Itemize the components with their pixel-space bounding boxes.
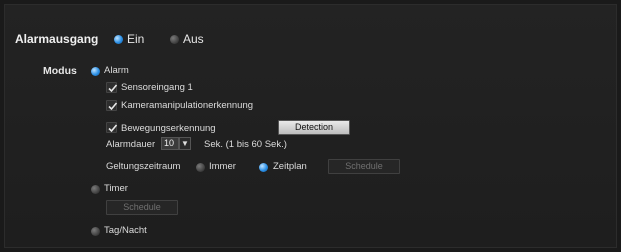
alarm-duration-label: Alarmdauer (106, 139, 156, 150)
sensor-input-checkbox[interactable] (106, 82, 118, 93)
check-icon (108, 124, 118, 133)
check-icon (108, 84, 118, 93)
check-icon (108, 102, 118, 111)
alarm-duration-value: 10 (164, 138, 175, 148)
mode-timer-radio[interactable] (91, 185, 100, 194)
detection-button[interactable]: Detection (278, 120, 350, 135)
mode-daynight-label[interactable]: Tag/Nacht (104, 225, 147, 236)
mode-daynight-radio[interactable] (91, 227, 100, 236)
motion-detection-checkbox[interactable] (106, 122, 118, 133)
alarm-output-panel: Alarmausgang Ein Aus Modus Alarm Sensore… (4, 4, 617, 248)
alarm-output-label: Alarmausgang (15, 32, 99, 46)
validity-schedule-label[interactable]: Zeitplan (273, 161, 307, 172)
alarm-duration-select[interactable]: 10 ▼ (161, 137, 191, 150)
mode-alarm-label[interactable]: Alarm (104, 65, 129, 76)
validity-schedule-radio[interactable] (259, 163, 268, 172)
alarm-output-on-label[interactable]: Ein (127, 32, 144, 46)
alarm-output-on-radio[interactable] (114, 35, 123, 44)
tamper-detection-checkbox[interactable] (106, 100, 118, 111)
mode-timer-label[interactable]: Timer (104, 183, 128, 194)
validity-always-radio[interactable] (196, 163, 205, 172)
alarm-duration-suffix: Sek. (1 bis 60 Sek.) (204, 139, 287, 150)
mode-alarm-radio[interactable] (91, 67, 100, 76)
motion-detection-label[interactable]: Bewegungserkennung (121, 123, 216, 134)
chevron-down-icon[interactable]: ▼ (179, 137, 191, 150)
validity-label: Geltungszeitraum (106, 161, 181, 172)
alarm-output-off-radio[interactable] (170, 35, 179, 44)
tamper-detection-label[interactable]: Kameramanipulationerkennung (121, 100, 253, 111)
validity-schedule-button[interactable]: Schedule (328, 159, 400, 174)
timer-schedule-button[interactable]: Schedule (106, 200, 178, 215)
mode-label: Modus (43, 65, 77, 77)
validity-always-label[interactable]: Immer (209, 161, 236, 172)
sensor-input-label[interactable]: Sensoreingang 1 (121, 82, 193, 93)
alarm-output-off-label[interactable]: Aus (183, 32, 204, 46)
